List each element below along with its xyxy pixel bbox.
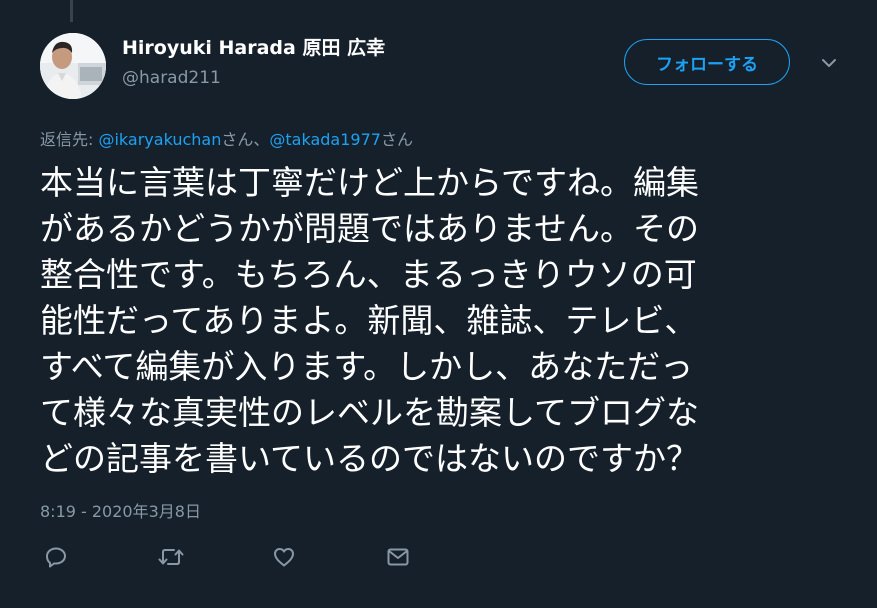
avatar-image [40,33,106,99]
tweet-text-line: すべて編集が入ります。しかし、あなただっ [40,347,694,386]
author-info[interactable]: Hiroyuki Harada 原田 広幸 @harad211 [122,35,385,91]
tweet-timestamp[interactable]: 8:19 - 2020年3月8日 [40,498,201,522]
tweet-card: Hiroyuki Harada 原田 広幸 @harad211 フォローする 返… [0,0,877,608]
tweet-text-line: 本当に言葉は丁寧だけど上からですね。編集 [40,163,700,202]
reply-separator: さん、 [221,130,270,149]
thread-connector-line [70,0,73,22]
envelope-icon[interactable] [386,545,412,571]
reply-icon[interactable] [44,545,70,571]
chevron-down-icon[interactable] [818,55,840,71]
tweet-text-line: があるかどうかが問題ではありません。その [40,209,700,248]
tweet-text: 本当に言葉は丁寧だけど上からですね。編集 があるかどうかが問題ではありません。そ… [40,160,830,482]
tweet-text-line: 能性だってありまよ。新聞、雑誌、テレビ、 [40,301,698,340]
retweet-icon[interactable] [158,545,184,571]
tweet-text-line: て様々な真実性のレベルを勘案してブログな [40,393,700,432]
tweet-text-line: 整合性です。もちろん、まるっきりウソの可 [40,255,697,294]
reply-suffix: さん [380,130,413,149]
reply-prefix: 返信先: [40,130,99,149]
avatar[interactable] [40,33,106,99]
author-display-name[interactable]: Hiroyuki Harada 原田 広幸 [122,35,385,61]
tweet-actions [44,545,424,571]
mention-link-takada1977[interactable]: @takada1977 [269,130,381,149]
tweet-text-line: どの記事を書いているのではないのですか？ [40,439,700,478]
mention-link-ikaryakuchan[interactable]: @ikaryakuchan [98,130,221,149]
author-handle[interactable]: @harad211 [122,65,385,91]
reply-context: 返信先: @ikaryakuchanさん、@takada1977さん [40,126,413,150]
heart-icon[interactable] [272,545,298,571]
follow-button[interactable]: フォローする [624,39,790,85]
